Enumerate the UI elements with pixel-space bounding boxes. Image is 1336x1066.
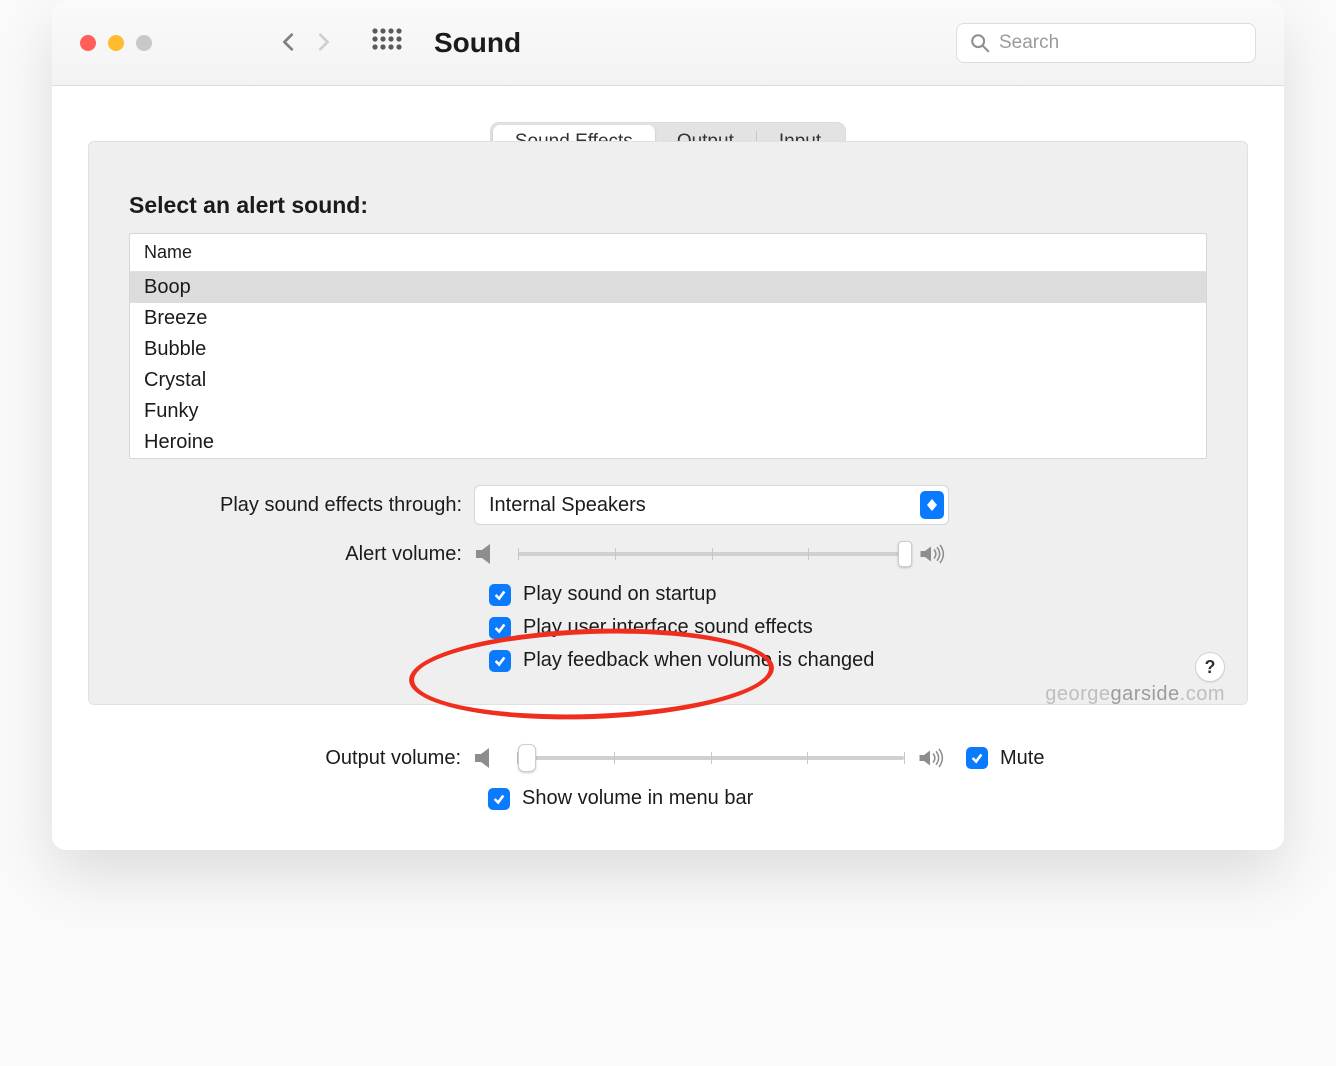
play-ui-effects-label: Play user interface sound effects	[523, 616, 813, 639]
play-startup-checkbox-row: Play sound on startup	[489, 583, 1207, 606]
alert-sound-list-body: Boop Breeze Bubble Crystal Funky Heroine	[130, 272, 1206, 458]
search-icon	[969, 32, 991, 54]
alert-sound-row[interactable]: Funky	[130, 396, 1206, 427]
select-caret-icon	[920, 491, 944, 519]
show-menu-bar-label: Show volume in menu bar	[522, 787, 753, 810]
play-through-row: Play sound effects through: Internal Spe…	[129, 485, 1207, 525]
watermark: georgegarside.com	[1045, 683, 1225, 706]
play-startup-label: Play sound on startup	[523, 583, 716, 606]
alert-sound-row[interactable]: Heroine	[130, 427, 1206, 458]
speaker-min-icon	[473, 745, 503, 771]
window-controls	[80, 35, 152, 51]
play-ui-effects-checkbox-row: Play user interface sound effects	[489, 616, 1207, 639]
alert-volume-row: Alert volume:	[129, 541, 1207, 567]
alert-sound-row[interactable]: Boop	[130, 272, 1206, 303]
play-through-select[interactable]: Internal Speakers	[474, 485, 949, 525]
mute-checkbox[interactable]	[966, 747, 988, 769]
mute-checkbox-row: Mute	[966, 747, 1044, 770]
play-through-label: Play sound effects through:	[129, 494, 474, 517]
alert-sound-heading: Select an alert sound:	[129, 192, 1207, 219]
alert-sound-row[interactable]: Breeze	[130, 303, 1206, 334]
alert-sound-row[interactable]: Bubble	[130, 334, 1206, 365]
speaker-max-icon	[918, 745, 948, 771]
play-feedback-label: Play feedback when volume is changed	[523, 649, 874, 672]
back-button[interactable]	[272, 24, 306, 61]
show-all-icon[interactable]	[370, 26, 404, 60]
below-panel: Output volume:	[52, 705, 1284, 850]
system-preferences-window: Sound Search Sound Effects Output Input …	[52, 0, 1284, 850]
minimize-window-button[interactable]	[108, 35, 124, 51]
play-feedback-checkbox-row: Play feedback when volume is changed	[489, 649, 1207, 672]
output-volume-row: Output volume:	[128, 745, 1208, 771]
search-field[interactable]: Search	[956, 23, 1256, 63]
play-ui-effects-checkbox[interactable]	[489, 617, 511, 639]
zoom-window-button[interactable]	[136, 35, 152, 51]
alert-sound-list: Name Boop Breeze Bubble Crystal Funky He…	[129, 233, 1207, 459]
play-feedback-checkbox[interactable]	[489, 650, 511, 672]
alert-volume-thumb[interactable]	[898, 541, 912, 567]
close-window-button[interactable]	[80, 35, 96, 51]
play-startup-checkbox[interactable]	[489, 584, 511, 606]
alert-volume-label: Alert volume:	[129, 543, 474, 566]
output-volume-thumb[interactable]	[518, 744, 536, 772]
play-through-value: Internal Speakers	[489, 494, 646, 517]
search-placeholder: Search	[999, 32, 1059, 54]
alert-volume-slider[interactable]	[518, 542, 905, 566]
forward-button[interactable]	[306, 24, 340, 61]
alert-sound-row[interactable]: Crystal	[130, 365, 1206, 396]
toolbar: Sound Search	[52, 0, 1284, 86]
alert-sound-column-header: Name	[130, 234, 1206, 272]
help-button[interactable]: ?	[1195, 652, 1225, 682]
show-menu-bar-checkbox[interactable]	[488, 788, 510, 810]
speaker-max-icon	[919, 541, 949, 567]
sound-effects-panel: Select an alert sound: Name Boop Breeze …	[88, 141, 1248, 705]
show-menu-bar-row: Show volume in menu bar	[488, 787, 1208, 810]
speaker-min-icon	[474, 541, 504, 567]
output-volume-label: Output volume:	[128, 747, 473, 770]
mute-label: Mute	[1000, 747, 1044, 770]
page-title: Sound	[434, 27, 521, 59]
output-volume-slider[interactable]	[517, 746, 904, 770]
